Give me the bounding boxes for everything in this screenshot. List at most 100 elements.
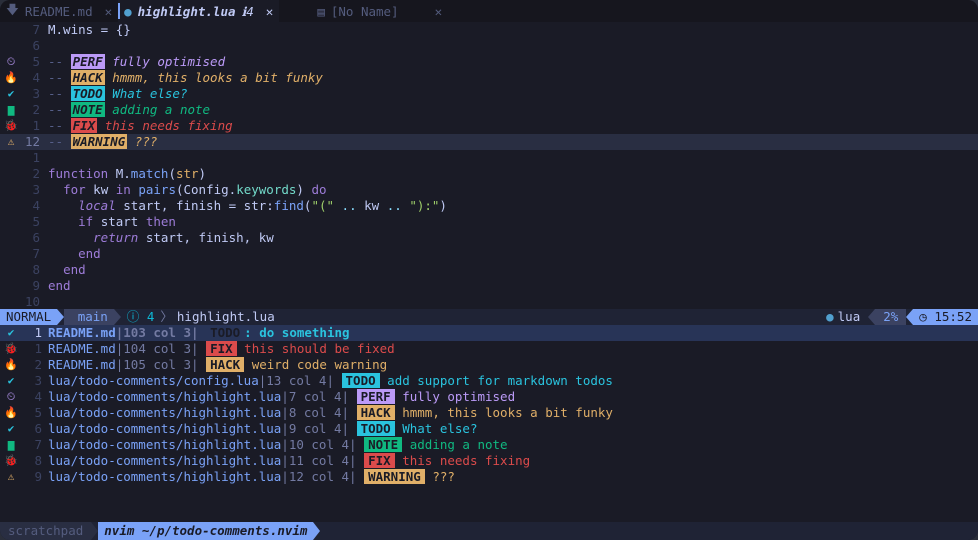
quickfix-item[interactable]: ⏲ 4 lua/todo-comments/highlight.lua|7 col …: [0, 389, 978, 405]
editor-line[interactable]: ✔ 3 -- TODO What else?: [0, 86, 978, 102]
tmux-window-nvim[interactable]: nvim ~/p/todo-comments.nvim: [98, 522, 314, 540]
code-text: end: [48, 278, 71, 293]
keyword-tag: HACK: [206, 357, 245, 372]
editor-line[interactable]: 2 function M.match(str): [0, 166, 978, 182]
editor-line[interactable]: 4 local start, finish = str:find("(" .. …: [0, 198, 978, 214]
git-branch: main: [64, 309, 114, 325]
quickfix-item[interactable]: ⚠ 9 lua/todo-comments/highlight.lua|12 col…: [0, 469, 978, 485]
quickfix-item[interactable]: 🐞 1 README.md|104 col 3| FIX this should b…: [0, 341, 978, 357]
editor-line[interactable]: 7 end: [0, 246, 978, 262]
separator-arrow: [91, 522, 99, 540]
quickfix-message: add support for markdown todos: [379, 373, 613, 388]
todo-comment: -- WARNING ???: [48, 134, 157, 150]
code-text: end: [78, 246, 101, 261]
keyword-tag: WARNING: [70, 134, 128, 149]
keyword-tag: PERF: [70, 54, 105, 69]
clock: ◷ 15:52: [913, 309, 978, 325]
buffer-tabline: 🡇 README.md ✕ ● highlight.lua ℹ4 ✕ ▤ [No…: [0, 0, 978, 22]
quickfix-item[interactable]: 🐞 8 lua/todo-comments/highlight.lua|11 col…: [0, 453, 978, 469]
line-number: 1: [34, 325, 42, 340]
quickfix-item[interactable]: ✔ 1 README.md|103 col 3| TODO: do somethin…: [0, 325, 978, 341]
quickfix-item[interactable]: ▆ 7 lua/todo-comments/highlight.lua|10 col…: [0, 437, 978, 453]
editor-line[interactable]: 🐞 1 -- FIX this needs fixing: [0, 118, 978, 134]
editor-line[interactable]: ⏲ 5 -- PERF fully optimised: [0, 54, 978, 70]
quickfix-message: this needs fixing: [394, 453, 531, 468]
line-number: 4: [34, 389, 42, 404]
close-icon[interactable]: ✕: [105, 4, 113, 19]
separator-arrow: [868, 309, 876, 325]
lua-icon: ●: [826, 309, 834, 324]
keyword-tag: TODO: [341, 373, 380, 388]
editor-line[interactable]: 8 end: [0, 262, 978, 278]
quickfix-item[interactable]: 🔥 5 lua/todo-comments/highlight.lua|8 col …: [0, 405, 978, 421]
editor-line[interactable]: 10: [0, 294, 978, 310]
quickfix-file: lua/todo-comments/config.lua: [48, 373, 259, 388]
keyword-tag: PERF: [356, 389, 395, 404]
keyword-tag: TODO: [356, 421, 395, 436]
quickfix-file: lua/todo-comments/highlight.lua: [48, 421, 282, 436]
editor-line[interactable]: 9 end: [0, 278, 978, 294]
quickfix-position: 10 col 4: [288, 437, 350, 452]
tab-highlight-lua[interactable]: ● highlight.lua ℹ4 ✕: [118, 0, 280, 22]
quickfix-message: fully optimised: [394, 389, 516, 404]
comment-prefix: --: [48, 118, 71, 133]
todo-comment: -- HACK hmmm, this looks a bit funky: [48, 70, 323, 86]
quickfix-message: : do something: [244, 325, 350, 340]
markdown-icon: 🡇: [6, 1, 19, 17]
close-icon[interactable]: ✕: [435, 4, 443, 19]
tmux-window-scratchpad[interactable]: scratchpad: [0, 522, 92, 540]
tmux-statusbar: scratchpad nvim ~/p/todo-comments.nvim: [0, 522, 978, 540]
quickfix-message: hmmm, this looks a bit funky: [394, 405, 613, 420]
line-number: 5: [34, 405, 42, 420]
editor-pane[interactable]: 7 M.wins = {} 6 ⏲ 5 -- PERF fully optimised 🔥 4…: [0, 22, 978, 310]
separator-arrow: [906, 309, 914, 325]
comment-prefix: --: [48, 86, 71, 101]
comment-message: hmmm, this looks a bit funky: [112, 70, 323, 85]
close-icon[interactable]: ✕: [266, 4, 274, 19]
line-number: 1: [34, 341, 42, 356]
line-number: 9: [32, 278, 40, 293]
editor-line[interactable]: 3 for kw in pairs(Config.keywords) do: [0, 182, 978, 198]
editor-line[interactable]: 5 if start then: [0, 214, 978, 230]
todo-comment: -- PERF fully optimised: [48, 54, 225, 70]
line-number: 6: [34, 421, 42, 436]
line-number: 4: [32, 198, 40, 213]
line-number: 8: [32, 262, 40, 277]
comment-message: ???: [134, 134, 158, 149]
quickfix-item[interactable]: 🔥 2 README.md|105 col 3| HACK weird code w…: [0, 357, 978, 373]
editor-line[interactable]: 🔥 4 -- HACK hmmm, this looks a bit funky: [0, 70, 978, 86]
clock-time: 15:52: [934, 309, 972, 324]
editor-line[interactable]: 1: [0, 150, 978, 166]
editor-line[interactable]: ▆ 2 -- NOTE adding a note: [0, 102, 978, 118]
editor-line[interactable]: 7 M.wins = {}: [0, 22, 978, 38]
keyword-tag: HACK: [356, 405, 395, 420]
separator-arrow: [57, 309, 65, 325]
code-text: return start, finish, kw: [93, 230, 274, 245]
filetype: ● lua: [818, 309, 868, 325]
editor-line[interactable]: ⚠ 12 -- WARNING ???: [0, 134, 978, 150]
quickfix-file: lua/todo-comments/highlight.lua: [48, 469, 282, 484]
statusline: NORMAL main ⓘ 4 〉 highlight.lua ● lua 2% …: [0, 309, 978, 325]
line-number: 3: [34, 373, 42, 388]
line-number: 4: [32, 70, 40, 85]
quickfix-list[interactable]: ✔ 1 README.md|103 col 3| TODO: do somethin…: [0, 325, 978, 501]
mode-indicator: NORMAL: [0, 309, 58, 325]
tab-no-name[interactable]: ▤ [No Name] ✕: [311, 0, 448, 22]
quickfix-message: this should be fixed: [236, 341, 395, 356]
quickfix-item[interactable]: ✔ 6 lua/todo-comments/highlight.lua|9 col …: [0, 421, 978, 437]
editor-line[interactable]: 6 return start, finish, kw: [0, 230, 978, 246]
line-number: 7: [34, 437, 42, 452]
diagnostics: ⓘ 4: [121, 309, 161, 325]
tab-readme[interactable]: 🡇 README.md ✕: [0, 0, 118, 22]
comment-prefix: --: [48, 70, 71, 85]
diagnostic-count: ℹ4: [241, 3, 254, 19]
quickfix-item[interactable]: ✔ 3 lua/todo-comments/config.lua|13 col 4|…: [0, 373, 978, 389]
terminal-window: 🡇 README.md ✕ ● highlight.lua ℹ4 ✕ ▤ [No…: [0, 0, 978, 540]
line-number: 12: [24, 134, 40, 149]
keyword-tag: HACK: [70, 70, 105, 85]
branch-name: main: [77, 309, 108, 324]
quickfix-file: lua/todo-comments/highlight.lua: [48, 389, 282, 404]
tab-label: [No Name]: [330, 3, 399, 19]
quickfix-position: 105 col 3: [123, 357, 191, 372]
editor-line[interactable]: 6: [0, 38, 978, 54]
